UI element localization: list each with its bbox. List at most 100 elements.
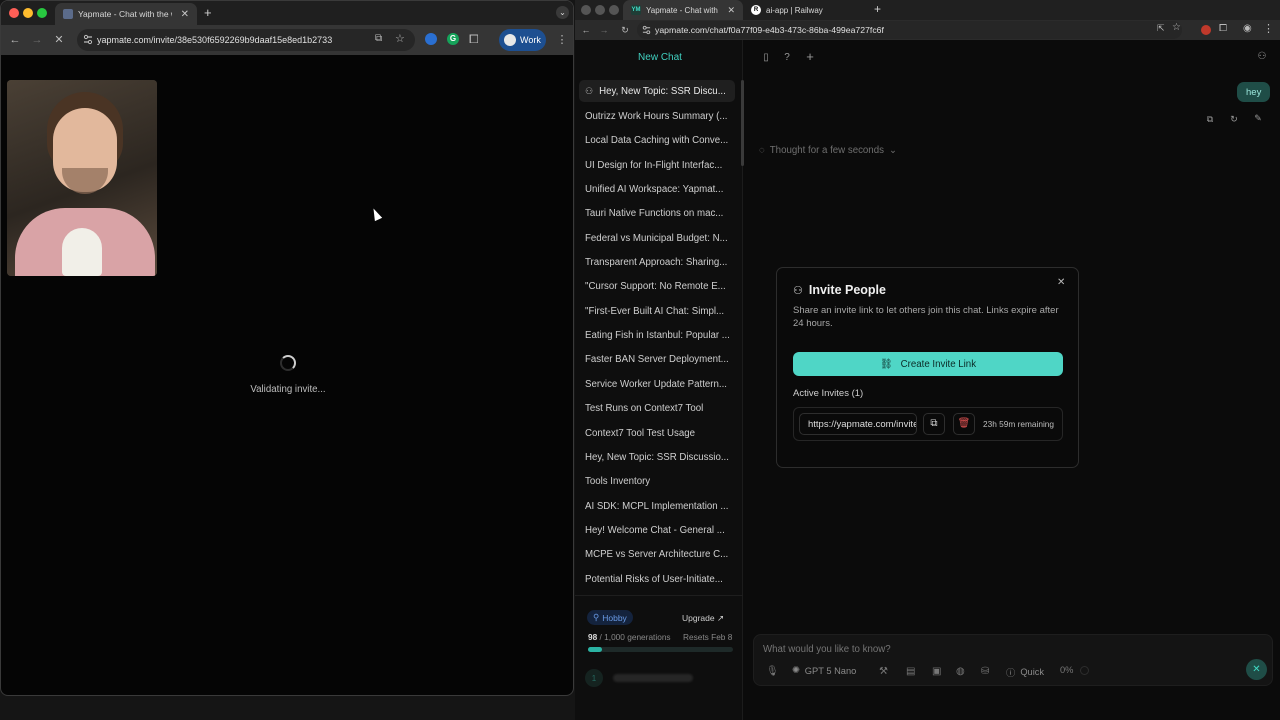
document-icon[interactable]: ▤ xyxy=(906,666,915,677)
toggle-sidebar-icon[interactable]: ▯ xyxy=(759,51,773,65)
close-icon[interactable]: ✕ xyxy=(1057,277,1065,288)
url-text: yapmate.com/invite/38e530f6592269b9daaf1… xyxy=(97,35,333,45)
copy-link-icon[interactable]: ⧉ xyxy=(923,413,945,435)
chat-item[interactable]: UI Design for In-Flight Interfac... xyxy=(579,154,735,176)
chat-item[interactable]: ⚇ Hey, New Topic: SSR Discu... xyxy=(579,80,735,102)
chat-title: Eating Fish in Istanbul: Popular ... xyxy=(585,329,730,341)
chat-item[interactable]: Tools Inventory xyxy=(579,470,735,492)
close-tab-icon[interactable]: ✕ xyxy=(727,5,735,16)
link-icon: ⛓ xyxy=(879,358,893,370)
upgrade-link[interactable]: Upgrade ↗ xyxy=(682,613,724,624)
reload-icon[interactable]: ↻ xyxy=(617,22,633,38)
railway-favicon-icon: R xyxy=(751,5,761,15)
chat-item[interactable]: Hey, New Topic: SSR Discussio... xyxy=(579,446,735,468)
chat-item[interactable]: Test Runs on Context7 Tool xyxy=(579,397,735,419)
site-info-icon[interactable] xyxy=(642,25,651,35)
browser-menu-icon[interactable]: ⋮ xyxy=(1263,22,1274,35)
forward-icon[interactable]: → xyxy=(596,22,612,38)
chat-title: AI SDK: MCPL Implementation ... xyxy=(585,500,729,512)
message-input[interactable] xyxy=(763,641,1263,657)
bookmark-star-icon[interactable]: ☆ xyxy=(395,32,405,45)
tools-wrench-icon[interactable]: ⚒ xyxy=(879,666,888,677)
extension-blue-icon[interactable] xyxy=(425,33,437,45)
profile-work-button[interactable]: Work xyxy=(499,29,546,51)
invite-link-field[interactable]: https://yapmate.com/invite/38e530f659226… xyxy=(799,413,917,435)
stop-loading-icon[interactable]: ✕ xyxy=(51,32,67,48)
chat-item[interactable]: Federal vs Municipal Budget: N... xyxy=(579,227,735,249)
extensions-puzzle-icon[interactable]: ⧠ xyxy=(469,32,479,47)
model-label: GPT 5 Nano xyxy=(804,665,857,676)
left-tab-yapmate[interactable]: Yapmate - Chat with the worl ✕ xyxy=(55,3,197,25)
zoom-window-button[interactable] xyxy=(609,5,619,15)
thought-text: Thought for a few seconds xyxy=(769,145,884,156)
close-tab-icon[interactable]: ✕ xyxy=(181,9,189,20)
back-icon[interactable]: ← xyxy=(7,32,23,48)
retry-message-icon[interactable]: ↻ xyxy=(1227,112,1241,126)
sidebar-scrollbar[interactable] xyxy=(741,80,744,166)
chat-item[interactable]: Service Worker Update Pattern... xyxy=(579,373,735,395)
invite-people-modal: ✕ ⚇ Invite People Share an invite link t… xyxy=(776,267,1079,468)
extensions-puzzle-icon[interactable]: ⧠ xyxy=(1219,23,1227,34)
chat-item[interactable]: "Cursor Support: No Remote E... xyxy=(579,275,735,297)
grammarly-icon[interactable]: G xyxy=(447,33,459,45)
globe-icon[interactable]: ◍ xyxy=(956,666,965,677)
chat-item[interactable]: Eating Fish in Istanbul: Popular ... xyxy=(579,324,735,346)
address-bar[interactable]: yapmate.com/invite/38e530f6592269b9daaf1… xyxy=(77,29,415,51)
chat-item[interactable]: Hey! Welcome Chat - General ... xyxy=(579,519,735,541)
chat-item[interactable]: AI SDK: MCPL Implementation ... xyxy=(579,495,735,517)
minimize-window-button[interactable] xyxy=(595,5,605,15)
address-bar[interactable]: yapmate.com/chat/f0a77f09-e4b3-473c-86ba… xyxy=(637,21,1182,39)
create-invite-link-button[interactable]: ⛓ Create Invite Link xyxy=(793,352,1063,376)
chat-item[interactable]: Faster BAN Server Deployment... xyxy=(579,348,735,370)
bookmark-star-icon[interactable]: ☆ xyxy=(1172,22,1181,33)
left-tab-strip: Yapmate - Chat with the worl ✕ + ⌄ xyxy=(1,1,573,25)
new-tab-icon[interactable]: + xyxy=(874,2,881,16)
close-window-button[interactable] xyxy=(9,8,19,18)
new-chat-button[interactable]: New Chat xyxy=(585,46,735,68)
active-invites-label: Active Invites (1) xyxy=(793,388,864,399)
profile-icon[interactable]: ◉ xyxy=(1243,23,1252,34)
profile-avatar-icon xyxy=(504,34,516,46)
tab-search-icon[interactable]: ⌄ xyxy=(556,6,569,19)
chat-item[interactable]: Potential Risks of User-Initiate... xyxy=(579,568,735,590)
chat-item[interactable]: Local Data Caching with Conve... xyxy=(579,129,735,151)
microphone-icon[interactable]: 🎙 xyxy=(766,666,779,677)
minimize-window-button[interactable] xyxy=(23,8,33,18)
hobby-badge-label: Hobby xyxy=(602,612,627,623)
open-external-icon[interactable]: ⇱ xyxy=(1157,23,1165,34)
chat-item[interactable]: Tauri Native Functions on mac... xyxy=(579,202,735,224)
chat-item[interactable]: Unified AI Workspace: Yapmat... xyxy=(579,178,735,200)
chat-item[interactable]: "First-Ever Built AI Chat: Simpl... xyxy=(579,300,735,322)
chat-item[interactable]: Outrizz Work Hours Summary (... xyxy=(579,105,735,127)
edit-message-icon[interactable]: ✎ xyxy=(1251,111,1265,125)
right-tab-yapmate[interactable]: YM Yapmate - Chat with the ✕ xyxy=(623,0,743,20)
new-tab-icon[interactable]: + xyxy=(204,5,212,20)
chat-item[interactable]: MCPE vs Server Architecture C... xyxy=(579,543,735,565)
extension-red-icon[interactable] xyxy=(1201,25,1211,35)
invite-people-icon[interactable]: ⚇ xyxy=(1255,50,1269,64)
site-info-icon[interactable] xyxy=(83,34,93,45)
chat-item[interactable]: Transparent Approach: Sharing... xyxy=(579,251,735,273)
model-selector[interactable]: ✺ GPT 5 Nano xyxy=(792,665,856,676)
image-icon[interactable]: ▣ xyxy=(932,666,941,677)
stop-generation-button[interactable]: ✕ xyxy=(1246,659,1267,680)
right-tab-railway[interactable]: R ai-app | Railway xyxy=(743,0,869,20)
mode-selector[interactable]: ⓘ Quick xyxy=(1006,665,1044,679)
help-icon[interactable]: ? xyxy=(780,51,794,65)
database-icon[interactable]: ⛁ xyxy=(981,666,989,677)
modal-header: ⚇ Invite People xyxy=(793,283,886,297)
copy-message-icon[interactable]: ⧉ xyxy=(1203,112,1217,126)
forward-icon[interactable]: → xyxy=(29,32,45,48)
chat-item[interactable]: Context7 Tool Test Usage xyxy=(579,422,735,444)
close-window-button[interactable] xyxy=(581,5,591,15)
cast-icon[interactable]: ⧉ xyxy=(375,33,382,44)
thought-toggle[interactable]: ◌ Thought for a few seconds ⌄ xyxy=(759,145,897,156)
zoom-window-button[interactable] xyxy=(37,8,47,18)
user-account-row[interactable]: 1 xyxy=(585,667,735,689)
browser-menu-icon[interactable]: ⋮ xyxy=(554,32,570,48)
chat-title: Context7 Tool Test Usage xyxy=(585,427,696,439)
back-icon[interactable]: ← xyxy=(578,22,594,38)
new-chat-plus-icon[interactable]: + xyxy=(803,50,817,64)
delete-invite-icon[interactable]: 🗑 xyxy=(953,413,975,435)
shared-users-icon: ⚇ xyxy=(585,85,594,96)
